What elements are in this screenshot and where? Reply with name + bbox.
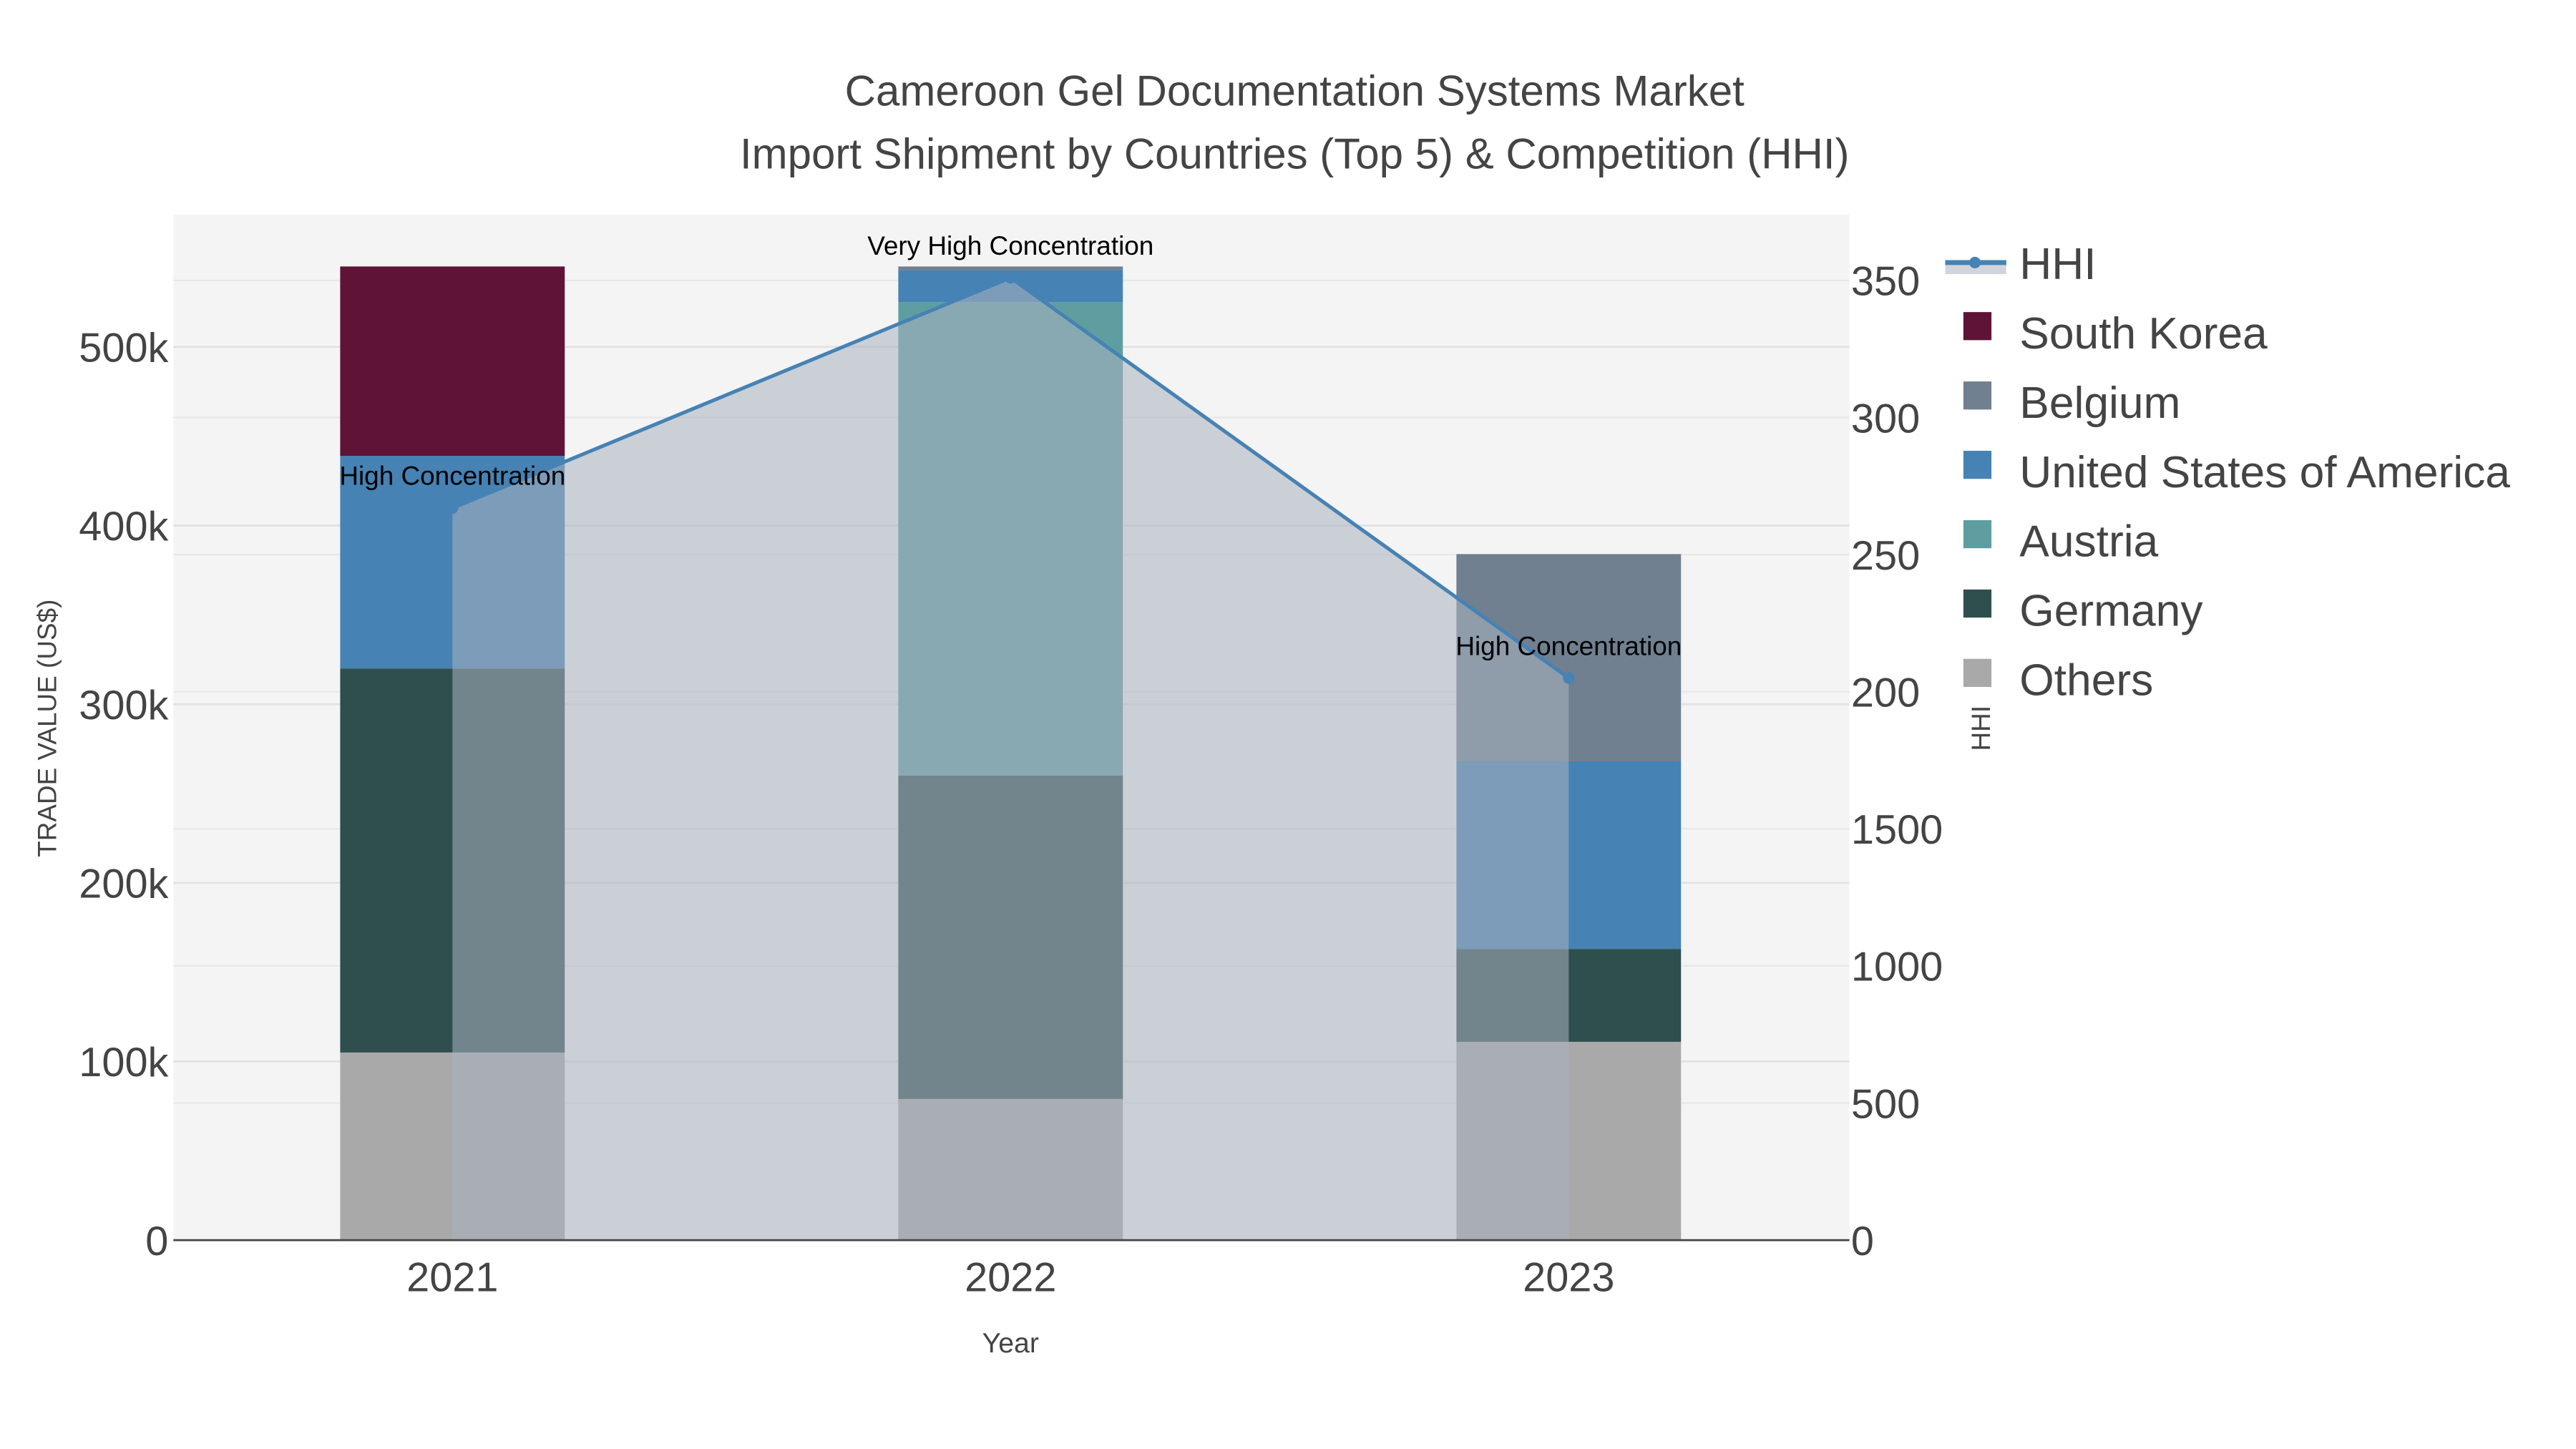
chart: Cameroon Gel Documentation Systems Marke… <box>32 67 2510 1359</box>
legend-item[interactable]: United States of America <box>1963 448 2510 497</box>
legend-swatch <box>1963 312 1992 341</box>
legend-swatch <box>1963 451 1992 479</box>
legend-item[interactable]: Belgium <box>1963 379 2181 428</box>
y-tick-label: 500k <box>79 326 168 371</box>
bar-belgium-2022 <box>898 266 1123 270</box>
y2-tick-label: 350 <box>1851 259 1920 305</box>
legend-swatch <box>1963 381 1992 410</box>
y-tick-label: 100k <box>79 1040 168 1085</box>
y-tick-label: 200k <box>79 862 168 907</box>
legend-swatch <box>1963 658 1992 687</box>
y-axis-label: TRADE VALUE (US$) <box>32 600 62 857</box>
x-axis-label: Year <box>982 1327 1039 1359</box>
hhi-point-2023 <box>1563 672 1575 684</box>
hhi-point-2021 <box>447 502 459 514</box>
legend-label: South Korea <box>2019 309 2268 358</box>
y2-tick-label: 1000 <box>1851 945 1943 990</box>
hhi-annotation: Very High Concentration <box>867 231 1153 260</box>
hhi-annotation: High Concentration <box>339 462 565 491</box>
legend-item[interactable]: South Korea <box>1963 309 2268 358</box>
legend-label: Germany <box>2019 587 2203 636</box>
hhi-point-2022 <box>1005 272 1017 284</box>
legend-item[interactable]: Austria <box>1963 517 2159 567</box>
x-tick-label: 2022 <box>965 1255 1056 1301</box>
bar-south-korea-2021 <box>340 266 565 457</box>
y2-tick-label: 1500 <box>1851 807 1943 853</box>
legend-label: HHI <box>2019 240 2096 289</box>
chart-subtitle: Import Shipment by Countries (Top 5) & C… <box>740 130 1850 177</box>
y-tick-label: 300k <box>79 683 168 728</box>
x-tick-label: 2021 <box>406 1255 498 1301</box>
legend-item[interactable]: Germany <box>1963 587 2203 636</box>
legend-label: Others <box>2019 656 2153 706</box>
y-tick-label: 0 <box>145 1219 168 1264</box>
legend-swatch <box>1963 519 1992 549</box>
y2-tick-label: 200 <box>1851 670 1920 716</box>
legend-item[interactable]: Others <box>1963 656 2153 706</box>
legend-swatch <box>1963 589 1992 618</box>
legend-swatch-hhi-marker <box>1968 256 1981 268</box>
y2-tick-label: 500 <box>1851 1081 1920 1127</box>
legend-label: Austria <box>2019 517 2158 567</box>
legend-label: United States of America <box>2019 448 2510 497</box>
legend-item[interactable]: HHI <box>1945 240 2097 289</box>
y2-tick-label: 0 <box>1851 1219 1874 1264</box>
legend-label: Belgium <box>2019 379 2180 428</box>
hhi-annotation: High Concentration <box>1455 631 1682 660</box>
chart-title: Cameroon Gel Documentation Systems Marke… <box>845 67 1745 115</box>
y2-tick-label: 300 <box>1851 396 1920 441</box>
y-tick-label: 400k <box>79 504 168 550</box>
y2-axis-label: HHI <box>1966 706 1996 751</box>
x-tick-label: 2023 <box>1523 1255 1614 1301</box>
y2-tick-label: 250 <box>1851 533 1920 579</box>
